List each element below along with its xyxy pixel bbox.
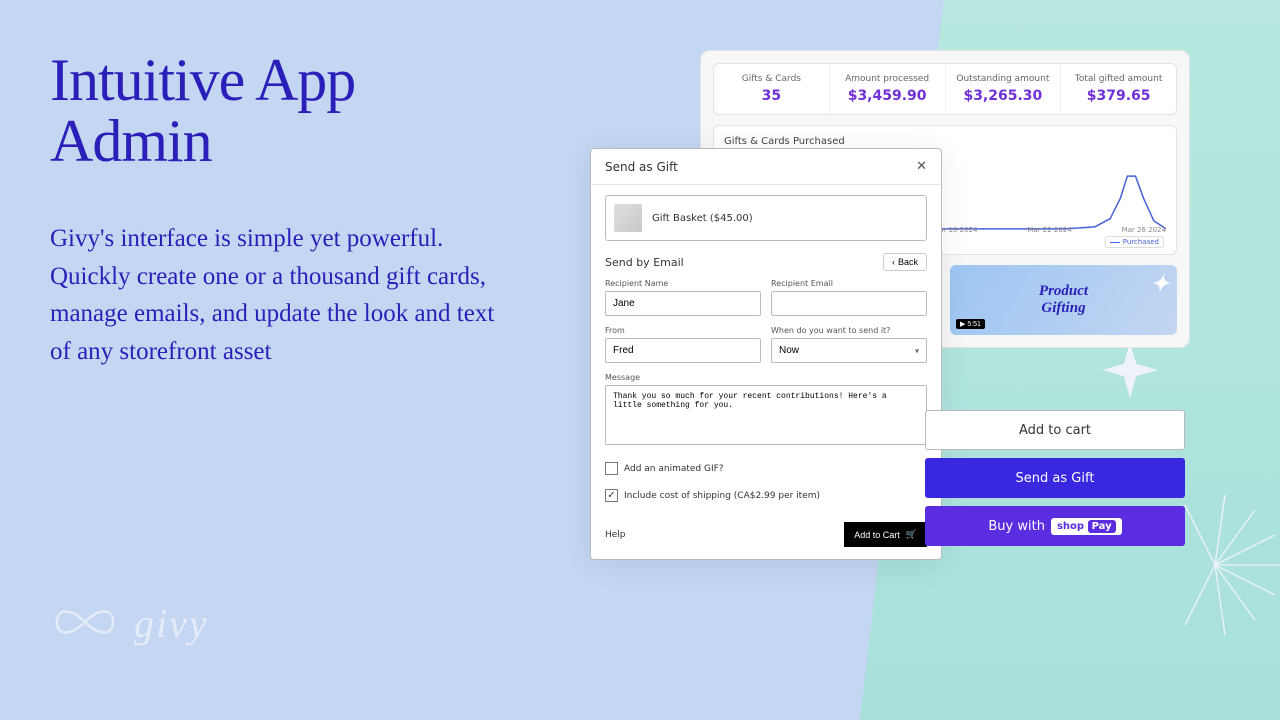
sparkle-icon: ✦	[1151, 271, 1169, 297]
cta-label: Send as Gift	[1016, 471, 1095, 486]
hero-subhead: Givy's interface is simple yet powerful.…	[50, 220, 520, 370]
gif-label: Add an animated GIF?	[624, 464, 724, 474]
send-when-select[interactable]	[771, 338, 927, 363]
recipient-name-label: Recipient Name	[605, 279, 761, 288]
gif-checkbox[interactable]	[605, 462, 618, 475]
brand-logo: givy	[50, 600, 209, 647]
message-label: Message	[605, 373, 927, 382]
hero-title-l1: Intuitive App	[50, 47, 355, 113]
shop-text: shop	[1057, 521, 1084, 532]
recipient-name-input[interactable]	[605, 291, 761, 316]
stat-value: $3,265.30	[950, 88, 1057, 104]
back-button[interactable]: ‹Back	[883, 253, 927, 271]
modal-header: Send as Gift ✕	[591, 149, 941, 185]
add-to-cart-label: Add to Cart	[854, 530, 900, 540]
product-thumbnail	[614, 204, 642, 232]
buy-with-shop-pay-cta[interactable]: Buy with shop Pay	[925, 506, 1185, 546]
stat-card: Outstanding amount $3,265.30	[946, 64, 1062, 114]
message-input[interactable]	[605, 385, 927, 445]
from-label: From	[605, 326, 761, 335]
stat-card: Amount processed $3,459.90	[830, 64, 946, 114]
send-as-gift-modal: Send as Gift ✕ Gift Basket ($45.00) Send…	[590, 148, 942, 560]
add-to-cart-cta[interactable]: Add to cart	[925, 410, 1185, 450]
help-link[interactable]: Help	[605, 530, 626, 540]
x-tick: Mar 26 2024	[1122, 226, 1166, 234]
bow-icon	[50, 601, 120, 647]
close-icon[interactable]: ✕	[916, 159, 927, 174]
stat-label: Total gifted amount	[1065, 74, 1172, 84]
pay-text: Pay	[1088, 520, 1116, 533]
hero-title-l2: Admin	[50, 108, 212, 174]
stat-card: Total gifted amount $379.65	[1061, 64, 1176, 114]
stat-label: Amount processed	[834, 74, 941, 84]
chevron-left-icon: ‹	[892, 257, 895, 267]
stat-value: $379.65	[1065, 88, 1172, 104]
product-name: Gift Basket ($45.00)	[652, 213, 753, 224]
cta-prefix: Buy with	[988, 519, 1045, 534]
modal-title: Send as Gift	[605, 160, 678, 174]
section-header: Send by Email ‹Back	[605, 253, 927, 271]
section-title: Send by Email	[605, 256, 684, 269]
stats-row: Gifts & Cards 35 Amount processed $3,459.9…	[713, 63, 1177, 115]
stat-label: Gifts & Cards	[718, 74, 825, 84]
video-duration-badge: ▶ 5:51	[956, 319, 985, 329]
stat-value: $3,459.90	[834, 88, 941, 104]
from-input[interactable]	[605, 338, 761, 363]
recipient-email-label: Recipient Email	[771, 279, 927, 288]
send-as-gift-cta[interactable]: Send as Gift	[925, 458, 1185, 498]
cart-icon: 🛒	[906, 529, 917, 540]
stat-value: 35	[718, 88, 825, 104]
stat-card: Gifts & Cards 35	[714, 64, 830, 114]
back-label: Back	[898, 257, 918, 267]
chart-title: Gifts & Cards Purchased	[724, 136, 1166, 147]
brand-name: givy	[134, 600, 209, 647]
shop-pay-badge: shop Pay	[1051, 518, 1122, 535]
cta-stack: Add to cart Send as Gift Buy with shop P…	[925, 410, 1185, 546]
add-to-cart-button[interactable]: Add to Cart 🛒	[844, 522, 927, 547]
tile-title: Product Gifting	[1039, 283, 1088, 317]
hero-title: Intuitive App Admin	[50, 50, 355, 172]
shipping-checkbox[interactable]: ✓	[605, 489, 618, 502]
recipient-email-input[interactable]	[771, 291, 927, 316]
send-when-label: When do you want to send it?	[771, 326, 927, 335]
chart-legend: Purchased	[1105, 236, 1164, 248]
stat-label: Outstanding amount	[950, 74, 1057, 84]
product-row: Gift Basket ($45.00)	[605, 195, 927, 241]
shipping-label: Include cost of shipping (CA$2.99 per it…	[624, 491, 820, 501]
x-tick: Mar 22 2024	[1027, 226, 1071, 234]
cta-label: Add to cart	[1019, 423, 1091, 438]
tile-product-gifting[interactable]: ✦ Product Gifting ▶ 5:51	[950, 265, 1177, 335]
